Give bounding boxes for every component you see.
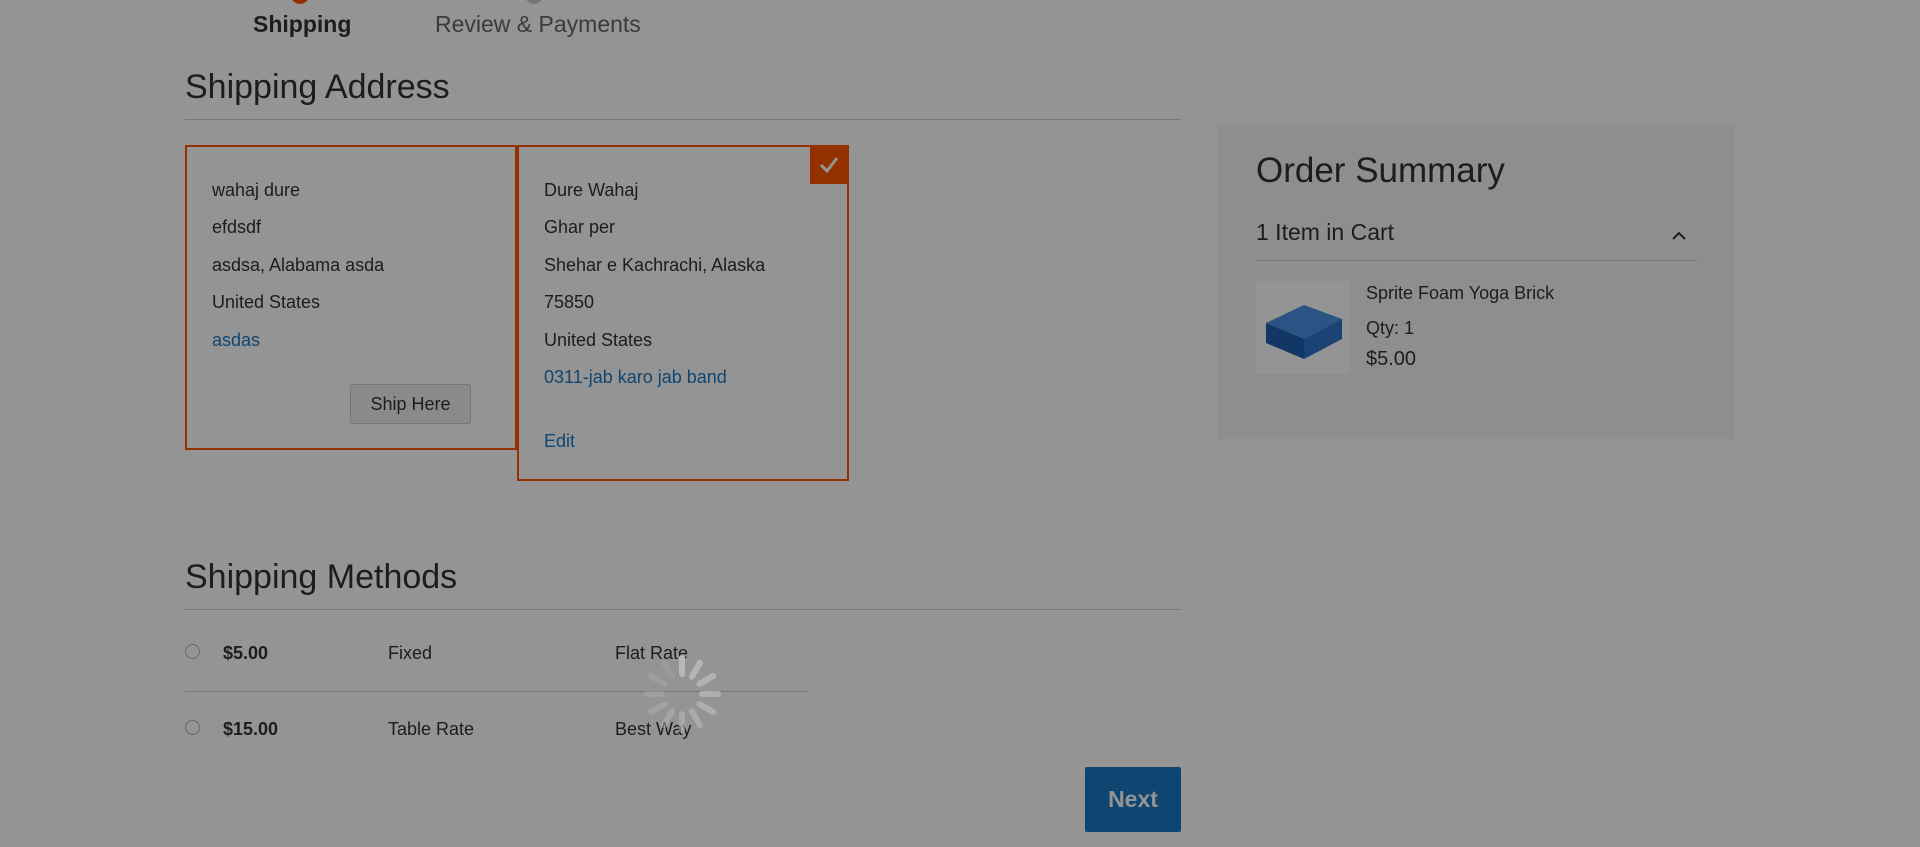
loading-spinner-icon <box>643 655 721 733</box>
loading-overlay <box>0 0 1920 847</box>
checkout-page: Shipping Review & Payments Shipping Addr… <box>0 0 1920 847</box>
